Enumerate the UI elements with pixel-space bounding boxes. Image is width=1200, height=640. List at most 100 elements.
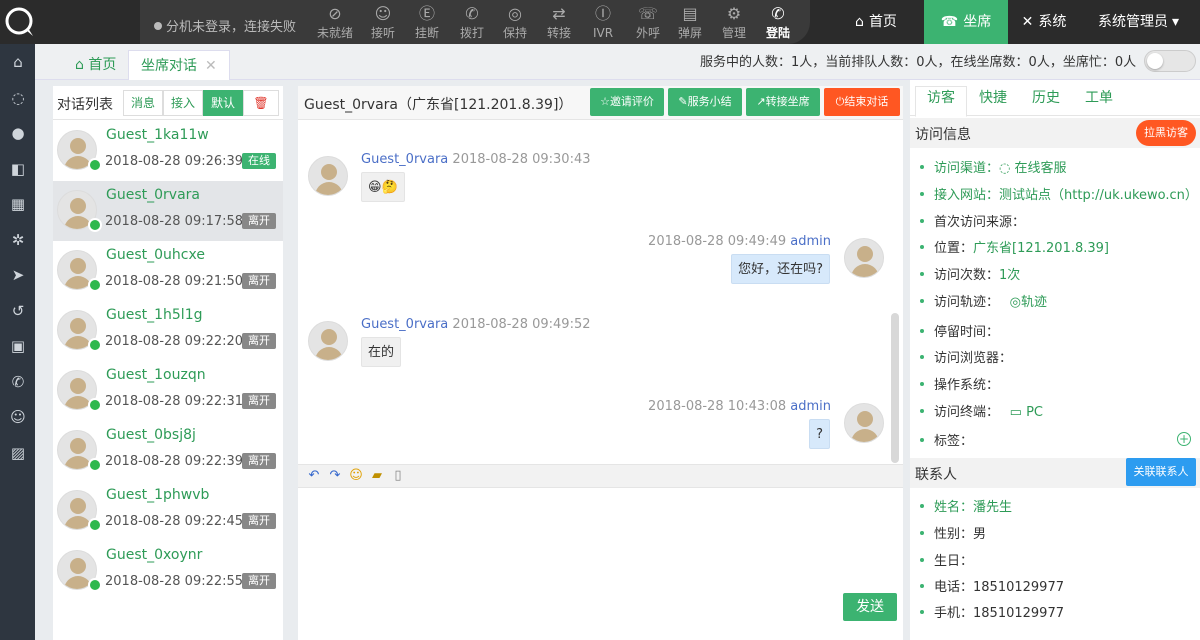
tab-visitor[interactable]: 访客 <box>915 86 967 117</box>
toolbar-hold-button[interactable]: ◎ 保持 <box>493 3 537 43</box>
visit-info-row: 停留时间： <box>920 321 999 340</box>
filter-accept-button[interactable]: 接入 <box>163 90 203 116</box>
info-value[interactable]: ◌ 在线客服 <box>999 161 1066 176</box>
undo-icon[interactable]: ↶ <box>306 468 322 484</box>
conversation-item[interactable]: Guest_0xoynr 2018-08-28 09:22:55 离开 <box>53 541 283 601</box>
toolbar-popup-button[interactable]: ▤ 弹屏 <box>668 3 712 43</box>
info-value: 广东省[121.201.8.39] <box>973 241 1109 256</box>
conversation-item[interactable]: Guest_0uhcxe 2018-08-28 09:21:50 离开 <box>53 241 283 301</box>
contact-row: 生日： <box>920 550 973 569</box>
tab-history[interactable]: 历史 <box>1020 88 1072 116</box>
message-input[interactable] <box>298 489 903 640</box>
login-icon: ✆ <box>771 4 785 23</box>
gear-icon[interactable]: ✲ <box>8 230 28 250</box>
nav-system[interactable]: ✕ 系统 <box>1008 0 1080 44</box>
conversation-item[interactable]: Guest_1phwvb 2018-08-28 09:22:45 离开 <box>53 481 283 541</box>
toolbar-label: 拨打 <box>459 26 484 40</box>
busy-toggle[interactable] <box>1144 50 1196 72</box>
toolbar-dial-button[interactable]: ✆ 拨打 <box>450 3 494 43</box>
toolbar-transfer-button[interactable]: ⇄ 转接 <box>537 3 581 43</box>
tab-seat-chat[interactable]: 坐席对话 ✕ <box>128 50 230 80</box>
info-value[interactable]: 测试站点（http://uk.ukewo.cn） <box>999 188 1198 203</box>
invite-rating-button[interactable]: ☆邀请评价 <box>590 88 664 116</box>
tools-icon: ✕ <box>1021 14 1034 30</box>
info-label: 访问轨迹： <box>934 295 993 310</box>
close-icon[interactable]: ✕ <box>205 58 217 74</box>
message-meta: 2018-08-28 10:43:08 admin <box>648 399 831 414</box>
conversation-item[interactable]: Guest_1ouzqn 2018-08-28 09:22:31 离开 <box>53 361 283 421</box>
visit-info-title: 访问信息 <box>915 127 971 143</box>
home-icon[interactable]: ⌂ <box>8 52 28 72</box>
conversation-item[interactable]: Guest_0bsj8j 2018-08-28 09:22:39 离开 <box>53 421 283 481</box>
nav-home[interactable]: ⌂ 首页 <box>840 0 912 44</box>
manage-icon: ⚙ <box>726 4 742 23</box>
blacklist-button[interactable]: 拉黑访客 <box>1136 120 1196 146</box>
info-label: 首次访问来源： <box>934 215 1026 230</box>
toolbar-hangup-button[interactable]: Ⓔ 挂断 <box>405 3 449 43</box>
history-icon[interactable]: ↺ <box>8 301 28 321</box>
chat-icon[interactable]: ◌ <box>8 88 28 108</box>
attach-icon[interactable]: ▯ <box>390 468 406 484</box>
service-icon[interactable]: ☺ <box>8 407 28 427</box>
message-meta: 2018-08-28 09:49:49 admin <box>648 234 831 249</box>
conversation-item[interactable]: Guest_1ka11w 2018-08-28 09:26:39 在线 <box>53 121 283 181</box>
nav-seat[interactable]: ☎ 坐席 <box>924 0 1008 44</box>
send-button[interactable]: 发送 <box>843 593 897 621</box>
conversation-item[interactable]: Guest_0rvara 2018-08-28 09:17:58 离开 <box>53 181 283 241</box>
toolbar-answer-button[interactable]: ☺ 接听 <box>361 3 405 43</box>
emoji-icon[interactable]: ☺ <box>348 468 364 484</box>
message-bubble: 😁🤔 <box>361 172 405 202</box>
message-time: 2018-08-28 10:43:08 <box>648 399 787 414</box>
message-area[interactable]: Guest_0rvara 2018-08-28 09:30:43 😁🤔 2018-0… <box>298 120 903 464</box>
user-icon[interactable]: ● <box>8 123 28 143</box>
chat-title: Guest_0rvara（广东省[121.201.8.39]） <box>304 97 573 113</box>
transfer-seat-button[interactable]: ↗转接坐席 <box>746 88 820 116</box>
service-summary-button[interactable]: ✎服务小结 <box>668 88 742 116</box>
redo-icon[interactable]: ↷ <box>327 468 343 484</box>
contact-icon[interactable]: ◧ <box>8 159 28 179</box>
image-icon[interactable]: ▰ <box>369 468 385 484</box>
visit-info-header: 访问信息 拉黑访客 <box>910 118 1200 148</box>
filter-default-button[interactable]: 默认 <box>203 90 243 116</box>
extension-status: 分机未登录，连接失败 <box>154 16 296 35</box>
toolbar-ivr-button[interactable]: Ⓘ IVR <box>581 3 625 43</box>
tab-home[interactable]: ⌂ 首页 <box>63 50 128 80</box>
contact-label: 手机： <box>934 606 974 621</box>
bullet <box>920 382 924 386</box>
message-sender: Guest_0rvara <box>361 152 449 167</box>
nav-user-menu[interactable]: 系统管理员 ▾ <box>1086 0 1196 44</box>
end-chat-button[interactable]: ⏻结束对话 <box>824 88 900 116</box>
bullet <box>920 438 924 442</box>
status-label: 分机未登录，连接失败 <box>166 20 297 35</box>
trash-icon[interactable]: 🗑 <box>243 90 279 116</box>
filter-message-button[interactable]: 消息 <box>123 90 163 116</box>
conversation-item[interactable]: Guest_1h5l1g 2018-08-28 09:22:20 离开 <box>53 301 283 361</box>
wechat-icon <box>88 158 102 172</box>
transfer-seat-button-label: 转接坐席 <box>765 95 810 108</box>
conversation-time: 2018-08-28 09:22:39 <box>105 454 244 469</box>
phone-icon[interactable]: ✆ <box>8 372 28 392</box>
link-contact-button[interactable]: 关联联系人 <box>1126 458 1196 486</box>
apps-icon[interactable]: ▦ <box>8 194 28 214</box>
tab-quick[interactable]: 快捷 <box>967 88 1019 116</box>
visit-info-row: 操作系统： <box>920 374 999 393</box>
toolbar-label: IVR <box>592 26 614 40</box>
toolbar-label: 管理 <box>721 26 746 40</box>
tab-ticket[interactable]: 工单 <box>1073 88 1125 116</box>
send-icon[interactable]: ➤ <box>8 265 28 285</box>
bullet <box>920 299 924 303</box>
info-value: 1次 <box>999 268 1021 283</box>
toolbar-outbound-button[interactable]: ☏ 外呼 <box>626 3 670 43</box>
wechat-icon <box>88 518 102 532</box>
conversation-name: Guest_0bsj8j <box>106 427 196 443</box>
toolbar-manage-button[interactable]: ⚙ 管理 <box>712 3 756 43</box>
toolbar-not-ready-button[interactable]: ⊘ 未就绪 <box>313 3 357 43</box>
report-icon[interactable]: ▨ <box>8 443 28 463</box>
bullet <box>920 610 924 614</box>
add-tag-icon[interactable]: + <box>1177 432 1191 446</box>
document-icon[interactable]: ▣ <box>8 336 28 356</box>
toolbar-login-button[interactable]: ✆ 登陆 <box>756 3 800 43</box>
message-bubble: 您好，还在吗? <box>731 254 830 284</box>
message-scrollbar[interactable] <box>891 313 899 463</box>
toolbar-label: 转接 <box>546 26 571 40</box>
